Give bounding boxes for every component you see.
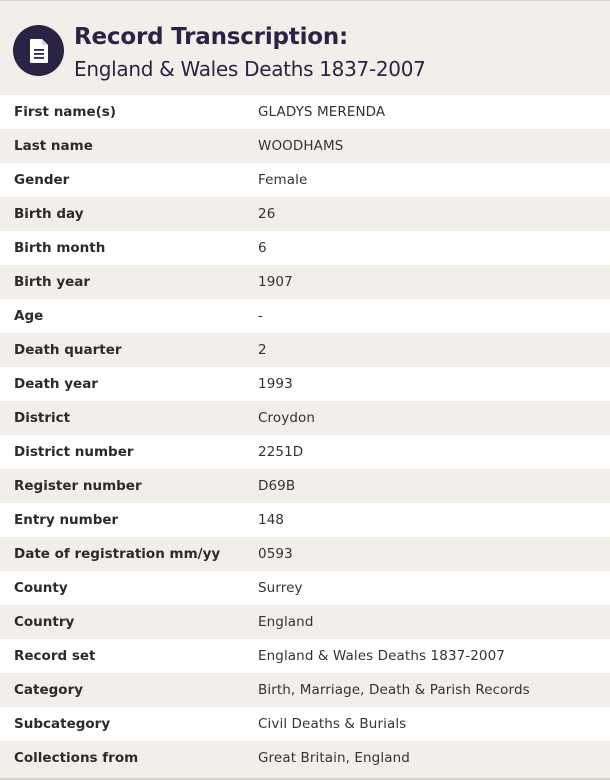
field-label: Category	[14, 682, 84, 698]
field-label: Age	[14, 308, 44, 324]
table-row: Register number D69B	[0, 469, 610, 503]
field-value: 6	[258, 240, 267, 256]
field-value: Croydon	[258, 410, 316, 426]
table-row: County Surrey	[0, 571, 610, 605]
field-label: Birth day	[14, 206, 84, 222]
field-value: 2251D	[258, 444, 304, 460]
record-transcription-panel: Record Transcription: England & Wales De…	[0, 0, 610, 780]
field-label: Collections from	[14, 750, 139, 766]
table-row: Category Birth, Marriage, Death & Parish…	[0, 673, 610, 707]
table-row: District Croydon	[0, 401, 610, 435]
field-label: Birth month	[14, 240, 106, 256]
field-label: Register number	[14, 478, 142, 494]
field-value: -	[258, 308, 263, 324]
field-label: Death quarter	[14, 342, 122, 358]
table-row: Collections from Great Britain, England	[0, 741, 610, 775]
field-label: District	[14, 410, 71, 426]
table-row: District number 2251D	[0, 435, 610, 469]
field-value: Birth, Marriage, Death & Parish Records	[258, 682, 530, 698]
field-label: First name(s)	[14, 104, 117, 120]
table-row: Date of registration mm/yy 0593	[0, 537, 610, 571]
table-row: Birth month 6	[0, 231, 610, 265]
table-row: First name(s) GLADYS MERENDA	[0, 95, 610, 129]
field-value: D69B	[258, 478, 296, 494]
table-row: Entry number 148	[0, 503, 610, 537]
record-header: Record Transcription: England & Wales De…	[0, 1, 610, 95]
table-row: Birth year 1907	[0, 265, 610, 299]
field-label: Subcategory	[14, 716, 111, 732]
field-label: County	[14, 580, 68, 596]
table-row: Death quarter 2	[0, 333, 610, 367]
header-text: Record Transcription: England & Wales De…	[74, 19, 426, 83]
field-label: Death year	[14, 376, 98, 392]
table-row: Gender Female	[0, 163, 610, 197]
field-value: GLADYS MERENDA	[258, 104, 386, 120]
field-label: Country	[14, 614, 75, 630]
field-label: Last name	[14, 138, 93, 154]
field-value: 26	[258, 206, 276, 222]
page-subtitle: England & Wales Deaths 1837-2007	[74, 57, 426, 81]
table-row: Age -	[0, 299, 610, 333]
field-value: Great Britain, England	[258, 750, 410, 766]
field-label: Record set	[14, 648, 96, 664]
page-title: Record Transcription:	[74, 24, 349, 50]
field-value: 1907	[258, 274, 293, 290]
field-label: District number	[14, 444, 134, 460]
field-value: 1993	[258, 376, 293, 392]
field-label: Date of registration mm/yy	[14, 546, 221, 562]
document-icon	[13, 25, 64, 76]
field-label: Gender	[14, 172, 70, 188]
field-value: 2	[258, 342, 267, 358]
field-value: WOODHAMS	[258, 138, 344, 154]
table-row: Last name WOODHAMS	[0, 129, 610, 163]
field-value: Civil Deaths & Burials	[258, 716, 407, 732]
table-row: Country England	[0, 605, 610, 639]
field-value: Female	[258, 172, 308, 188]
table-row: Subcategory Civil Deaths & Burials	[0, 707, 610, 741]
field-value: 0593	[258, 546, 293, 562]
record-table: First name(s) GLADYS MERENDA Last name W…	[0, 95, 610, 775]
field-value: Surrey	[258, 580, 303, 596]
field-value: England	[258, 614, 314, 630]
field-label: Birth year	[14, 274, 91, 290]
table-row: Death year 1993	[0, 367, 610, 401]
table-row: Record set England & Wales Deaths 1837-2…	[0, 639, 610, 673]
field-value: 148	[258, 512, 285, 528]
field-value: England & Wales Deaths 1837-2007	[258, 648, 505, 664]
table-row: Birth day 26	[0, 197, 610, 231]
field-label: Entry number	[14, 512, 119, 528]
